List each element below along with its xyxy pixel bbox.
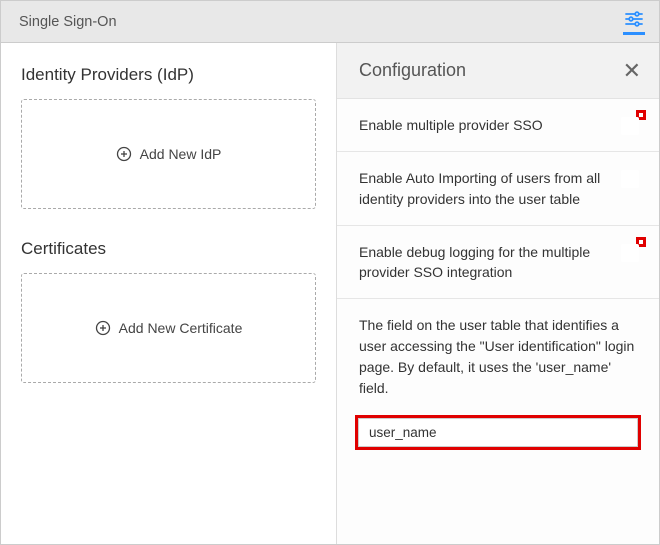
- main-layout: Identity Providers (IdP) Add New IdP Cer…: [1, 43, 659, 544]
- config-row-auto-import: Enable Auto Importing of users from all …: [337, 152, 659, 226]
- highlight-box: [636, 237, 646, 247]
- highlight-box: [636, 110, 646, 120]
- config-row-enable-sso: Enable multiple provider SSO: [337, 99, 659, 152]
- field-description: The field on the user table that identif…: [359, 315, 641, 399]
- idp-heading: Identity Providers (IdP): [21, 65, 316, 85]
- add-certificate-button[interactable]: Add New Certificate: [21, 273, 316, 383]
- highlight-box: [355, 415, 641, 450]
- enable-sso-label: Enable multiple provider SSO: [359, 115, 631, 135]
- app-header: Single Sign-On: [1, 1, 659, 43]
- auto-import-label: Enable Auto Importing of users from all …: [359, 168, 631, 209]
- config-row-debug-log: Enable debug logging for the multiple pr…: [337, 226, 659, 300]
- debug-log-label: Enable debug logging for the multiple pr…: [359, 242, 631, 283]
- add-idp-button[interactable]: Add New IdP: [21, 99, 316, 209]
- settings-icon[interactable]: [623, 9, 645, 35]
- add-certificate-label: Add New Certificate: [119, 320, 243, 336]
- plus-circle-icon: [116, 146, 132, 162]
- page-title: Single Sign-On: [19, 14, 117, 30]
- config-field-description-row: The field on the user table that identif…: [337, 299, 659, 403]
- config-title: Configuration: [359, 60, 466, 81]
- config-header: Configuration ✕: [337, 43, 659, 99]
- left-pane: Identity Providers (IdP) Add New IdP Cer…: [1, 43, 336, 544]
- plus-circle-icon: [95, 320, 111, 336]
- close-icon[interactable]: ✕: [623, 60, 641, 82]
- user-field-input[interactable]: [358, 418, 638, 447]
- add-idp-label: Add New IdP: [140, 146, 222, 162]
- config-panel: Configuration ✕ Enable multiple provider…: [336, 43, 659, 544]
- certificates-heading: Certificates: [21, 239, 316, 259]
